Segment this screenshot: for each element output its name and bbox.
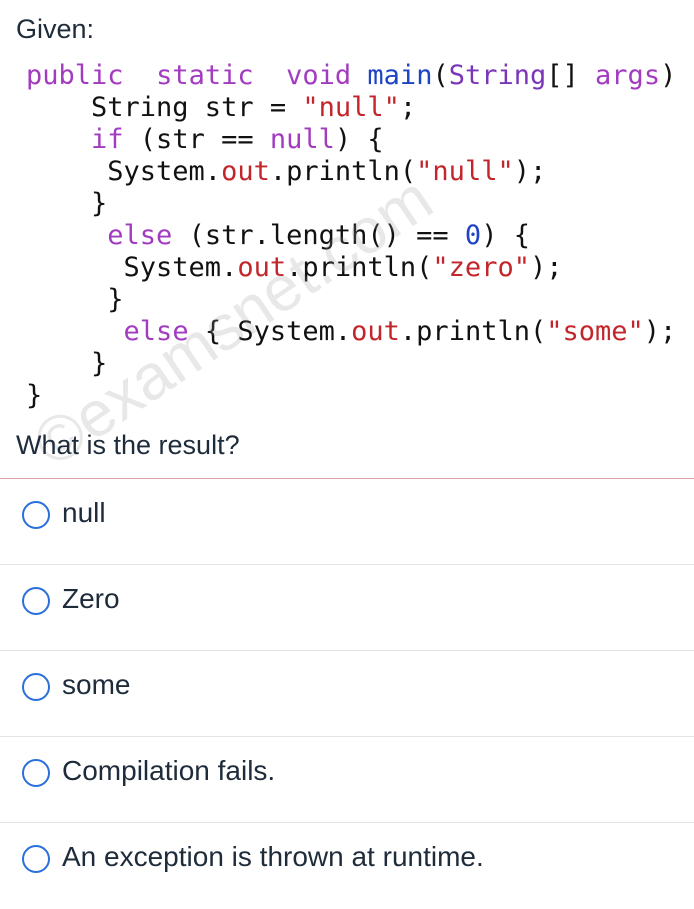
code-token: "null" [302,92,400,123]
code-token: (str == [123,124,270,155]
code-token: public [26,60,124,91]
code-token: out [221,156,270,187]
code-token: main [367,60,433,91]
code-line: System.out.println("null"); [26,156,694,188]
code-token: .println( [399,316,547,347]
code-token: out [237,252,287,283]
code-line: else (str.length() == 0) { [26,220,694,252]
code-token: if [91,124,124,155]
code-token: else [123,316,189,347]
code-token: } [26,380,43,411]
code-line: else { System.out.println("some"); [26,316,694,348]
code-token: System. [26,252,238,283]
answer-options: null Zero some Compilation fails. An exc… [0,479,694,909]
option-compilation-fails[interactable]: Compilation fails. [0,737,694,823]
code-token: } [26,188,108,219]
code-token: static [156,60,254,91]
code-token: } [26,348,108,379]
option-null[interactable]: null [0,479,694,565]
code-line: System.out.println("zero"); [26,252,694,284]
code-line: } [26,380,694,412]
code-token: ) { [334,124,384,155]
code-token: null [269,124,335,155]
radio-button-icon[interactable] [22,501,50,529]
code-token: ; [399,92,417,123]
option-label: null [62,497,106,528]
question-text: What is the result? [16,430,240,460]
code-token: System. [26,156,222,187]
code-token: "zero" [432,252,530,283]
code-token: (str.length() == [172,220,465,251]
code-token: args [595,60,661,91]
code-token: ); [643,316,677,347]
option-label: Zero [62,583,120,614]
code-token: 0 [464,220,482,251]
radio-button-icon[interactable] [22,759,50,787]
code-token: else [107,220,173,251]
code-line: } [26,188,694,220]
option-zero[interactable]: Zero [0,565,694,651]
code-line: } [26,284,694,316]
code-token: [] [546,60,596,91]
radio-button-icon[interactable] [22,587,50,615]
code-token: { System. [188,316,352,347]
option-label: Compilation fails. [62,755,276,786]
code-token: String [448,60,547,91]
option-label: some [62,669,131,700]
code-token: ) { [660,60,694,91]
radio-button-icon[interactable] [22,673,50,701]
code-line: String str = "null"; [26,92,694,124]
code-line: } [26,348,694,380]
code-token: "null" [416,156,514,187]
code-line: if (str == null) { [26,124,694,156]
code-block: public static void main(String[] args) {… [26,60,694,412]
option-some[interactable]: some [0,651,694,737]
option-label: An exception is thrown at runtime. [62,841,484,872]
code-token: ); [529,252,563,283]
code-token: ( [432,60,449,91]
code-token: .println( [286,252,433,283]
code-token: ); [513,156,547,187]
code-line: public static void main(String[] args) { [26,60,694,92]
code-token: String str = [26,92,303,123]
code-token: .println( [269,156,417,187]
code-token: ) { [481,220,530,251]
radio-button-icon[interactable] [22,845,50,873]
option-exception-runtime[interactable]: An exception is thrown at runtime. [0,823,694,909]
code-token: "some" [546,316,644,347]
code-token: } [26,284,124,315]
given-label: Given: [16,14,95,44]
code-token: void [286,60,352,91]
code-token: out [351,316,400,347]
